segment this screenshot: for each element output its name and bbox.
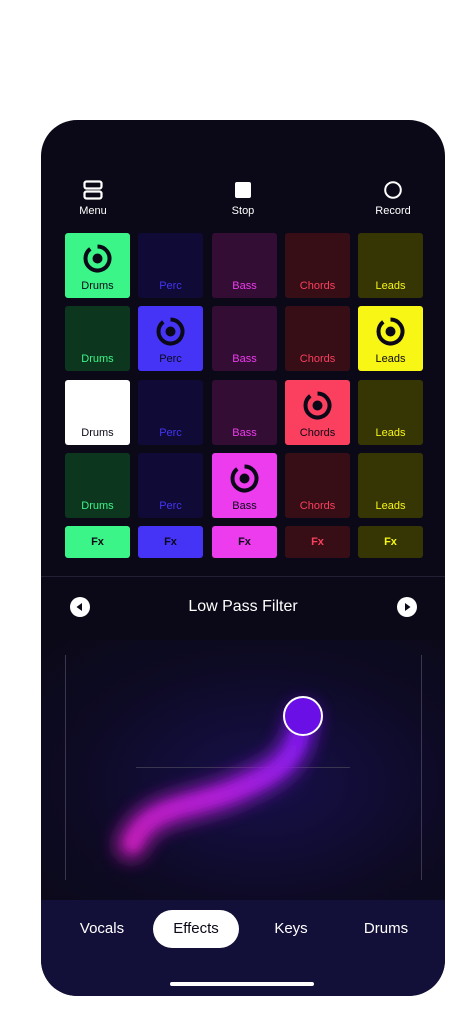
xy-pad[interactable] bbox=[41, 640, 445, 900]
pad-label: Leads bbox=[375, 500, 406, 512]
pad-leads-1[interactable]: Leads bbox=[358, 233, 423, 298]
pad-label: Perc bbox=[159, 353, 182, 365]
fx-button-perc[interactable]: Fx bbox=[138, 526, 203, 558]
play-right-icon bbox=[405, 603, 411, 611]
fx-button-chords[interactable]: Fx bbox=[285, 526, 350, 558]
pad-label: Bass bbox=[232, 353, 257, 365]
pad-label: Bass bbox=[232, 427, 257, 439]
xy-pad-canvas bbox=[65, 655, 422, 880]
pad-label: Leads bbox=[375, 353, 406, 365]
pad-bass-4[interactable]: Bass bbox=[212, 453, 277, 518]
pad-perc-3[interactable]: Perc bbox=[138, 380, 203, 445]
menu-button[interactable]: Menu bbox=[53, 178, 133, 217]
pad-leads-2[interactable]: Leads bbox=[358, 306, 423, 371]
fx-label: Fx bbox=[311, 536, 324, 548]
effect-selector: Low Pass Filter bbox=[41, 590, 445, 624]
record-label: Record bbox=[375, 205, 411, 217]
menu-label: Menu bbox=[79, 205, 107, 217]
xy-cursor-handle[interactable] bbox=[283, 696, 323, 736]
pad-chords-1[interactable]: Chords bbox=[285, 233, 350, 298]
pad-label: Chords bbox=[299, 353, 336, 365]
pad-label: Perc bbox=[159, 500, 182, 512]
menu-icon bbox=[53, 178, 133, 202]
motion-trail bbox=[116, 703, 318, 860]
pad-bass-1[interactable]: Bass bbox=[212, 233, 277, 298]
pad-label: Chords bbox=[299, 427, 336, 439]
fx-button-drums[interactable]: Fx bbox=[65, 526, 130, 558]
tab-effects[interactable]: Effects bbox=[153, 910, 239, 948]
pad-leads-3[interactable]: Leads bbox=[358, 380, 423, 445]
pad-bass-3[interactable]: Bass bbox=[212, 380, 277, 445]
pad-label: Bass bbox=[232, 280, 257, 292]
pad-label: Perc bbox=[159, 280, 182, 292]
pad-label: Leads bbox=[375, 427, 406, 439]
playing-indicator-icon bbox=[82, 243, 113, 274]
pad-perc-4[interactable]: Perc bbox=[138, 453, 203, 518]
tab-drums[interactable]: Drums bbox=[346, 910, 426, 948]
toolbar: Menu Stop Record bbox=[41, 178, 445, 224]
playing-indicator-icon bbox=[302, 390, 333, 421]
pad-drums-3[interactable]: Drums bbox=[65, 380, 130, 445]
pad-drums-4[interactable]: Drums bbox=[65, 453, 130, 518]
pad-label: Perc bbox=[159, 427, 182, 439]
record-button[interactable]: Record bbox=[353, 178, 433, 217]
pad-label: Chords bbox=[299, 500, 336, 512]
playing-indicator-icon bbox=[155, 316, 186, 347]
fx-label: Fx bbox=[91, 536, 104, 548]
stop-icon bbox=[203, 178, 283, 202]
pad-perc-2[interactable]: Perc bbox=[138, 306, 203, 371]
pad-chords-4[interactable]: Chords bbox=[285, 453, 350, 518]
pad-leads-4[interactable]: Leads bbox=[358, 453, 423, 518]
record-icon bbox=[353, 178, 433, 202]
playing-indicator-icon bbox=[229, 463, 260, 494]
home-indicator bbox=[170, 982, 314, 986]
fx-label: Fx bbox=[384, 536, 397, 548]
playing-indicator-icon bbox=[375, 316, 406, 347]
pad-label: Drums bbox=[81, 500, 114, 512]
pad-bass-2[interactable]: Bass bbox=[212, 306, 277, 371]
pad-perc-1[interactable]: Perc bbox=[138, 233, 203, 298]
next-effect-button[interactable] bbox=[397, 597, 417, 617]
tab-vocals[interactable]: Vocals bbox=[63, 910, 141, 948]
fx-label: Fx bbox=[164, 536, 177, 548]
pad-chords-2[interactable]: Chords bbox=[285, 306, 350, 371]
pad-label: Drums bbox=[81, 427, 114, 439]
pad-label: Bass bbox=[232, 500, 257, 512]
fx-label: Fx bbox=[238, 536, 251, 548]
fx-button-bass[interactable]: Fx bbox=[212, 526, 277, 558]
pad-label: Drums bbox=[81, 280, 114, 292]
tab-bar: Vocals Effects Keys Drums bbox=[41, 900, 445, 996]
pad-label: Drums bbox=[81, 353, 114, 365]
stop-button[interactable]: Stop bbox=[203, 178, 283, 217]
pad-chords-3[interactable]: Chords bbox=[285, 380, 350, 445]
fx-button-leads[interactable]: Fx bbox=[358, 526, 423, 558]
tab-keys[interactable]: Keys bbox=[253, 910, 329, 948]
pad-label: Leads bbox=[375, 280, 406, 292]
divider bbox=[41, 576, 445, 577]
pad-drums-2[interactable]: Drums bbox=[65, 306, 130, 371]
app-screen: Menu Stop Record Drums Perc Bass Chords Lead… bbox=[41, 120, 445, 996]
stop-label: Stop bbox=[231, 205, 255, 217]
pad-drums-1[interactable]: Drums bbox=[65, 233, 130, 298]
pad-label: Chords bbox=[299, 280, 336, 292]
effect-title: Low Pass Filter bbox=[188, 598, 298, 615]
